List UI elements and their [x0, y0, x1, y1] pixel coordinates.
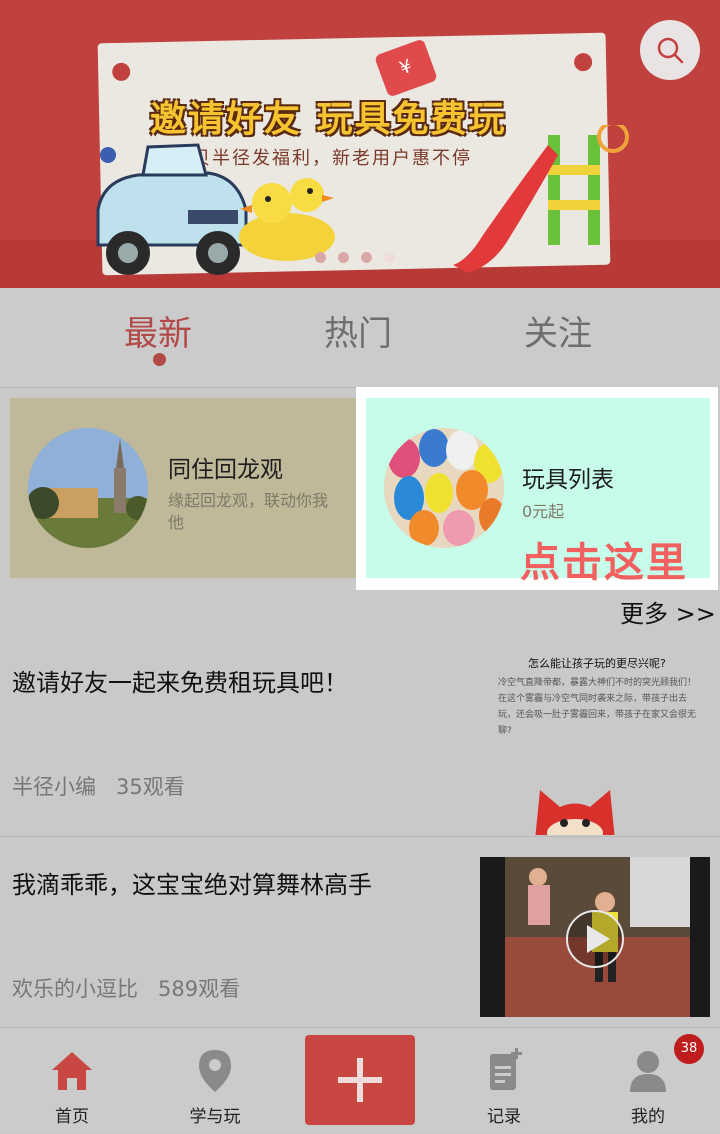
nav-label: 记录: [487, 1107, 521, 1127]
tab-following[interactable]: 关注: [524, 306, 592, 355]
plus-icon: [338, 1058, 382, 1102]
article-title: 邀请好友一起来免费租玩具吧！: [12, 669, 348, 697]
tab-popular[interactable]: 热门: [324, 306, 392, 355]
play-icon[interactable]: [565, 909, 625, 969]
article-views: 589观看: [158, 977, 241, 1001]
channel-price: 0元起: [522, 502, 565, 521]
article-thumbnail: 怎么能让孩子玩的更尽兴呢? 冷空气直降帝都，暴露大神们不时的突光顾我们！在这个雾…: [480, 645, 710, 835]
toy-slide-image: [453, 125, 629, 273]
search-button[interactable]: [640, 20, 700, 80]
thumb-text: 冷空气直降帝都，暴露大神们不时的突光顾我们！在这个雾霾与冷空气同时袭来之际，带孩…: [498, 678, 697, 736]
bottom-navigation: 首页 学与玩 记录 我的: [0, 1027, 720, 1133]
community-photo: [28, 428, 148, 548]
card-hole: [112, 62, 131, 82]
promo-banner[interactable]: ¥ 邀请好友 玩具免费玩 宝贝半径发福利，新老用户惠不停: [0, 0, 720, 288]
nav-learn-play[interactable]: 学与玩: [155, 1028, 275, 1134]
toy-eggs-photo: [384, 428, 504, 548]
search-icon: [657, 37, 684, 64]
nav-label: 学与玩: [189, 1107, 241, 1127]
channel-title: 玩具列表: [522, 467, 614, 493]
location-pin-icon: [199, 1050, 231, 1092]
carousel-indicator: [315, 252, 395, 263]
carousel-dot[interactable]: [361, 252, 372, 263]
article-title: 我滴乖乖，这宝宝绝对算舞林高手: [12, 871, 372, 899]
toy-car-image: [96, 143, 248, 275]
tab-bar: 最新 热门 关注: [0, 288, 720, 388]
nav-label: 我的: [631, 1107, 665, 1127]
tab-latest[interactable]: 最新: [124, 306, 192, 355]
article-author: 半径小编: [12, 775, 96, 799]
card-hole: [573, 52, 593, 72]
video-thumbnail[interactable]: [480, 857, 710, 1017]
thumb-title: 怎么能让孩子玩的更尽兴呢?: [528, 657, 666, 670]
channel-card-community[interactable]: 同住回龙观 缘起回龙观，联动你我他: [10, 398, 356, 578]
channel-desc: 缘起回龙观，联动你我他: [168, 491, 329, 532]
nav-label: 首页: [55, 1107, 89, 1127]
article-meta: 半径小编 35观看: [12, 771, 185, 801]
nav-home[interactable]: 首页: [12, 1028, 132, 1134]
rubber-duck-image: [239, 178, 335, 261]
user-profile-icon: [630, 1051, 666, 1092]
article-item[interactable]: 邀请好友一起来免费租玩具吧！ 半径小编 35观看 怎么能让孩子玩的更尽兴呢? 冷…: [0, 625, 720, 835]
more-link[interactable]: 更多 >>: [620, 594, 716, 629]
carousel-dot-active[interactable]: [384, 252, 395, 263]
article-views: 35观看: [116, 775, 185, 799]
records-icon: [490, 1048, 522, 1090]
notification-badge: 38: [674, 1034, 704, 1064]
article-item[interactable]: 我滴乖乖，这宝宝绝对算舞林高手 欢乐的小逗比 589观看: [0, 836, 720, 1026]
carousel-dot[interactable]: [315, 252, 326, 263]
article-meta: 欢乐的小逗比 589观看: [12, 973, 240, 1003]
carousel-dot[interactable]: [338, 252, 349, 263]
fox-mascot-image: [535, 790, 615, 835]
article-author: 欢乐的小逗比: [12, 977, 138, 1001]
click-here-overlay: 点击这里: [520, 540, 688, 586]
nav-records[interactable]: 记录: [444, 1028, 564, 1134]
home-icon: [52, 1052, 92, 1090]
channel-title: 同住回龙观: [168, 457, 283, 483]
add-button[interactable]: [305, 1035, 415, 1125]
active-tab-indicator: [153, 353, 166, 366]
